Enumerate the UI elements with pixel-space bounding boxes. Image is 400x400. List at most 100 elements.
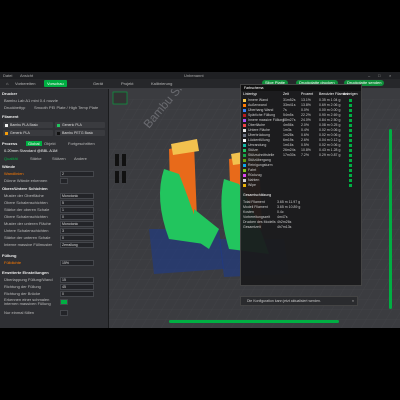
settings-row-value[interactable]: 5 — [60, 200, 94, 206]
plate-type-select[interactable]: Smooth PEI Plate / High Temp Plate — [34, 105, 98, 110]
settings-row-label: Interne massive Füllmuster — [4, 242, 53, 247]
filament-slot-4[interactable]: Bambu PETG Basic — [55, 130, 105, 136]
process-section-title: Prozess — [2, 141, 18, 146]
infill-density-label: Fülldichte — [4, 260, 22, 265]
settings-row-label: Stärke der unteren Schale — [4, 235, 51, 240]
visibility-checkbox[interactable] — [349, 99, 352, 102]
close-icon[interactable]: × — [389, 73, 391, 78]
advanced-toggle[interactable]: Fortgeschritten — [68, 141, 95, 146]
visibility-checkbox[interactable] — [349, 134, 352, 137]
detect-thin-wall-label: Dünne Wände erkennen — [4, 178, 48, 183]
process-object-tab[interactable]: Objekt — [44, 141, 56, 146]
advanced-row-checkbox[interactable] — [60, 299, 68, 305]
advanced-row-label: Richtung der Füllung — [4, 284, 41, 289]
advanced-row-value[interactable]: 0 — [60, 291, 94, 297]
close-icon[interactable]: × — [352, 297, 354, 305]
home-icon[interactable]: ⌂ — [3, 80, 11, 87]
filament-slot-3[interactable]: Generic PLA — [3, 130, 53, 136]
tab-prepare[interactable]: Vorbereiten — [12, 80, 38, 87]
horizontal-layer-slider[interactable] — [169, 320, 339, 323]
advanced-row-value[interactable]: 45 — [60, 284, 94, 290]
tab-quality[interactable]: Qualität — [4, 156, 18, 161]
tab-others[interactable]: Andere — [74, 156, 87, 161]
visibility-checkbox[interactable] — [349, 139, 352, 142]
process-global-tab[interactable]: Global — [26, 141, 42, 146]
visibility-checkbox[interactable] — [349, 164, 352, 167]
menu-view[interactable]: Ansicht — [20, 73, 33, 78]
line-type-swatch — [243, 128, 246, 132]
wall-loops-label: Wandlinien — [4, 171, 24, 176]
visibility-checkbox[interactable] — [349, 159, 352, 162]
walls-section-title: Wände — [2, 164, 16, 169]
printer-name[interactable]: Bambu Lab A1 mini 0.4 nozzle — [4, 98, 58, 103]
settings-row-label: Obere Schalenschichten — [4, 214, 48, 219]
advanced-row-label: Nur einmal füllen — [4, 310, 35, 315]
detect-thin-wall-checkbox[interactable] — [60, 178, 68, 184]
tab-device[interactable]: Gerät — [90, 80, 106, 87]
infill-section-title: Füllung — [2, 253, 17, 258]
line-type-swatch — [243, 183, 246, 187]
visibility-checkbox[interactable] — [349, 179, 352, 182]
settings-row-value[interactable]: 0 — [60, 214, 94, 220]
advanced-row-value[interactable]: 15 — [60, 277, 94, 283]
settings-row-value[interactable]: Monotonic — [60, 193, 94, 199]
visibility-checkbox[interactable] — [349, 104, 352, 107]
line-type-swatch — [243, 173, 246, 177]
settings-row-label: Obere Schalenschichten — [4, 200, 48, 205]
maximize-icon[interactable]: □ — [378, 73, 380, 78]
color-scheme-header[interactable]: Farbschema — [241, 85, 361, 91]
tab-preview[interactable]: Vorschau — [44, 80, 67, 87]
line-type-swatch — [243, 123, 246, 127]
process-preset-select[interactable]: 0.20mm Standard @BBL A1M — [4, 148, 58, 153]
infill-density-input[interactable]: 15% — [60, 260, 94, 266]
title-bar: Datei Ansicht Unbenannt – □ × — [0, 72, 400, 79]
settings-row-label: Untere Schalenschichten — [4, 228, 49, 233]
settings-row-label: Muster der Oberfläche — [4, 193, 44, 198]
slice-statistics-panel: Farbschema Linientyp Zeit Prozent Benutz… — [240, 84, 362, 286]
line-type-swatch — [243, 153, 246, 157]
visibility-checkbox[interactable] — [349, 114, 352, 117]
filament-swatch — [5, 131, 8, 135]
stats-col-percent: Prozent — [301, 92, 314, 96]
project-title: Unbenannt — [184, 73, 204, 78]
visibility-checkbox[interactable] — [349, 124, 352, 127]
filament-slot-1[interactable]: Bambu PLA Basic — [3, 122, 53, 128]
line-type-swatch — [243, 113, 246, 117]
visibility-checkbox[interactable] — [349, 109, 352, 112]
advanced-section-title: Erweiterte Einstellungen — [2, 270, 49, 275]
line-type-swatch — [243, 168, 246, 172]
vertical-layer-slider[interactable] — [389, 129, 392, 309]
settings-row-value[interactable]: 3 — [60, 228, 94, 234]
line-type-swatch — [243, 118, 246, 122]
line-type-swatch — [243, 178, 246, 182]
settings-row-value[interactable]: Zerrallung — [60, 242, 94, 248]
plate-type-label: Druckbettyp — [4, 105, 26, 110]
topbottom-section-title: Obere/Untere Schichten — [2, 186, 48, 191]
visibility-checkbox[interactable] — [349, 184, 352, 187]
settings-row-value[interactable]: 0 — [60, 235, 94, 241]
tab-project[interactable]: Projekt — [118, 80, 136, 87]
minimize-icon[interactable]: – — [368, 73, 370, 78]
estimate-header: Gesamtschätzung — [243, 193, 272, 197]
visibility-checkbox[interactable] — [349, 129, 352, 132]
visibility-checkbox[interactable] — [349, 169, 352, 172]
visibility-checkbox[interactable] — [349, 149, 352, 152]
stats-col-show: Anzeigen — [343, 92, 358, 96]
filament-slot-2[interactable]: Generic PLA — [55, 122, 105, 128]
tab-calibration[interactable]: Kalibrierung — [148, 80, 175, 87]
wall-loops-input[interactable]: 2 — [60, 171, 94, 177]
visibility-checkbox[interactable] — [349, 154, 352, 157]
tab-strength[interactable]: Stärke — [30, 156, 42, 161]
advanced-row-checkbox[interactable] — [60, 310, 68, 316]
line-type-swatch — [243, 103, 246, 107]
visibility-checkbox[interactable] — [349, 174, 352, 177]
menu-file[interactable]: Datei — [3, 73, 12, 78]
settings-row-value[interactable]: Monotonic — [60, 221, 94, 227]
visibility-checkbox[interactable] — [349, 144, 352, 147]
settings-row-value[interactable]: 1 — [60, 207, 94, 213]
update-notification: Die Konfiguration kann jetzt aktualisier… — [240, 296, 358, 306]
advanced-row-label: Überlappung Füllung/Wand — [4, 277, 53, 282]
visibility-checkbox[interactable] — [349, 119, 352, 122]
slicer-window: Datei Ansicht Unbenannt – □ × ⌂ Vorberei… — [0, 72, 400, 328]
tab-support[interactable]: Stützen — [52, 156, 66, 161]
